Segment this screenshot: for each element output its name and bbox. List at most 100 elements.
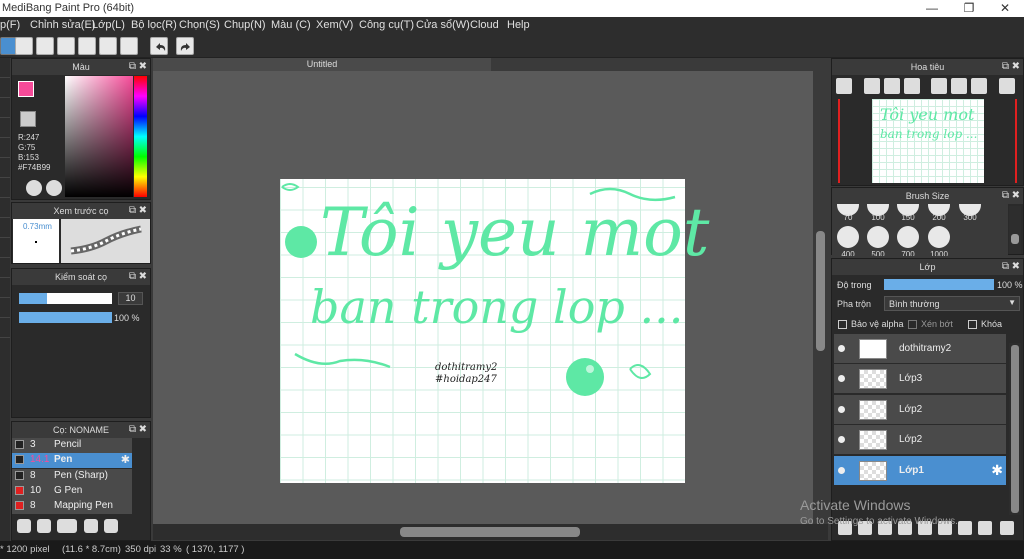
horizontal-scrollbar[interactable] <box>153 524 828 540</box>
layer-opacity-slider[interactable] <box>884 279 994 290</box>
redo-icon[interactable] <box>176 37 194 55</box>
brush-size-option[interactable] <box>867 226 889 248</box>
zoom-out-icon[interactable] <box>904 78 920 94</box>
brush-size-option[interactable] <box>837 226 859 248</box>
layer-item[interactable]: dothitramy2 <box>834 334 1006 364</box>
flip-icon[interactable] <box>999 78 1015 94</box>
palette-alt-icon[interactable] <box>46 180 62 196</box>
saturation-field[interactable] <box>65 76 133 197</box>
menu-help[interactable]: Help <box>507 19 530 31</box>
brush-item[interactable]: 8 Mapping Pen <box>12 499 132 514</box>
visibility-icon[interactable] <box>838 436 845 443</box>
layer-scrollbar[interactable] <box>1009 343 1021 515</box>
close-panel-icon[interactable]: ✖ <box>1012 259 1020 275</box>
close-panel-icon[interactable]: ✖ <box>139 59 147 75</box>
visibility-icon[interactable] <box>838 467 845 474</box>
float-icon[interactable]: ⧉ <box>129 422 136 438</box>
close-panel-icon[interactable]: ✖ <box>1012 59 1020 75</box>
layer-item-selected[interactable]: Lớp1 ✱ <box>834 456 1006 486</box>
menu-tools[interactable]: Công cụ(T) <box>359 19 414 31</box>
brush-size-scrollbar[interactable] <box>1009 206 1021 254</box>
grid-icon[interactable] <box>120 37 138 55</box>
upload-icon[interactable] <box>15 37 33 55</box>
fill-tool-icon[interactable] <box>0 158 10 178</box>
message-icon[interactable] <box>57 37 75 55</box>
brush-item[interactable]: 10 G Pen <box>12 484 132 499</box>
layer-item[interactable]: Lớp2 <box>834 395 1006 425</box>
drawing-canvas[interactable]: Tôi yeu mot ban trong lop ... dothitramy… <box>280 179 709 483</box>
brush-folder-icon[interactable] <box>37 519 51 533</box>
close-panel-icon[interactable]: ✖ <box>139 203 147 219</box>
float-icon[interactable]: ⧉ <box>1002 188 1009 204</box>
text-tool-icon[interactable] <box>0 298 10 318</box>
float-icon[interactable]: ⧉ <box>129 59 136 75</box>
menu-snap[interactable]: Chụp(N) <box>224 19 266 31</box>
menu-layer[interactable]: Lớp(L) <box>92 19 125 31</box>
horizontal-scroll-thumb[interactable] <box>400 527 580 537</box>
fullscreen-icon[interactable] <box>951 78 967 94</box>
float-icon[interactable]: ⧉ <box>1002 59 1009 75</box>
float-icon[interactable]: ⧉ <box>129 269 136 285</box>
minimize-button[interactable]: — <box>915 0 949 17</box>
brush-item[interactable]: 3 Pencil <box>12 438 132 453</box>
menu-file[interactable]: p(F) <box>0 19 20 31</box>
close-panel-icon[interactable]: ✖ <box>1012 188 1020 204</box>
document-icon[interactable] <box>78 37 96 55</box>
brush-menu-icon[interactable] <box>57 519 77 533</box>
size-slider[interactable] <box>19 293 112 304</box>
vertical-scroll-thumb[interactable] <box>816 231 825 351</box>
blend-mode-select[interactable]: Bình thường ▼ <box>884 296 1020 311</box>
brush-size-option[interactable] <box>928 226 950 248</box>
gradient-tool-icon[interactable] <box>0 198 10 218</box>
zoom-in-icon[interactable] <box>836 78 852 94</box>
menu-cloud[interactable]: Cloud <box>470 19 499 31</box>
layer-item[interactable]: Lớp3 <box>834 364 1006 394</box>
eraser-tool-icon[interactable] <box>0 78 10 98</box>
layer-settings-gear-icon[interactable]: ✱ <box>991 462 1003 479</box>
float-icon[interactable]: ⧉ <box>129 203 136 219</box>
layer-scroll-thumb[interactable] <box>1011 345 1019 513</box>
undo-icon[interactable] <box>150 37 168 55</box>
lock-checkbox[interactable] <box>968 320 977 329</box>
bucket-tool-icon[interactable] <box>0 178 10 198</box>
menu-edit[interactable]: Chỉnh sửa(E) <box>30 19 95 31</box>
pen-tool-icon[interactable] <box>0 58 10 78</box>
brush-open-folder-icon[interactable] <box>104 519 118 533</box>
palette-icon[interactable] <box>26 180 42 196</box>
brush-size-option[interactable] <box>897 226 919 248</box>
visibility-icon[interactable] <box>838 406 845 413</box>
brush-settings-icon[interactable]: ✱ <box>121 453 130 466</box>
lasso-tool-icon[interactable] <box>0 238 10 258</box>
page-icon[interactable] <box>99 37 117 55</box>
fit-icon[interactable] <box>884 78 900 94</box>
comment-icon[interactable] <box>36 37 54 55</box>
brush-tool-icon[interactable] <box>0 118 10 138</box>
add-brush-icon[interactable] <box>17 519 31 533</box>
brush-size-scroll-thumb[interactable] <box>1011 234 1019 244</box>
float-icon[interactable]: ⧉ <box>1002 259 1009 275</box>
visibility-icon[interactable] <box>838 375 845 382</box>
primary-color-swatch[interactable] <box>18 81 34 97</box>
protect-alpha-checkbox[interactable] <box>838 320 847 329</box>
layer-item[interactable]: Lớp2 <box>834 425 1006 455</box>
brush-item[interactable]: 8 Pen (Sharp) <box>12 469 132 484</box>
rotate-left-icon[interactable] <box>931 78 947 94</box>
brush-doc-icon[interactable] <box>84 519 98 533</box>
hue-slider[interactable] <box>134 76 147 197</box>
menu-filter[interactable]: Bộ lọc(R) <box>131 19 177 31</box>
document-tab[interactable]: Untitled <box>153 58 491 71</box>
eyedropper-icon[interactable] <box>0 278 10 298</box>
hand-tool-icon[interactable] <box>0 318 10 338</box>
menu-select[interactable]: Chọn(S) <box>179 19 220 31</box>
close-button[interactable]: ✕ <box>988 0 1022 17</box>
size-value[interactable]: 10 <box>118 292 143 305</box>
clipping-checkbox[interactable] <box>908 320 917 329</box>
opacity-slider[interactable] <box>19 312 112 323</box>
rotate-right-icon[interactable] <box>971 78 987 94</box>
visibility-icon[interactable] <box>838 345 845 352</box>
maximize-button[interactable]: ❐ <box>952 0 986 17</box>
square-tool-icon[interactable] <box>0 98 10 118</box>
zoom-in-alt-icon[interactable] <box>864 78 880 94</box>
move-tool-icon[interactable] <box>0 138 10 158</box>
close-panel-icon[interactable]: ✖ <box>139 422 147 438</box>
